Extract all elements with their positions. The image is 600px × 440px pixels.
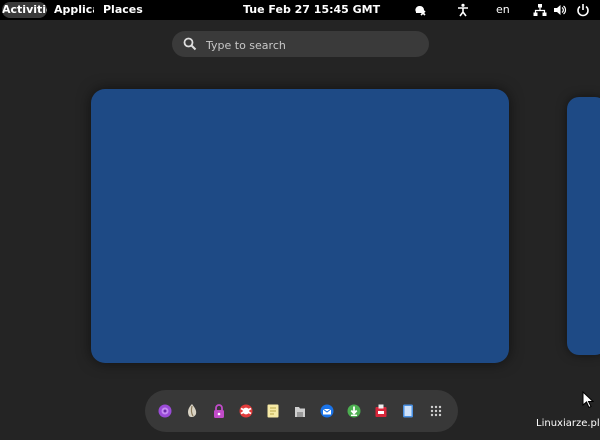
language-indicator[interactable]: en	[496, 0, 510, 20]
clock[interactable]: Tue Feb 27 15:45 GMT	[243, 0, 380, 20]
text-editor-icon[interactable]	[400, 403, 416, 419]
power-icon[interactable]	[576, 3, 590, 17]
notes-icon[interactable]	[265, 403, 281, 419]
workspace-thumbnail-next[interactable]	[567, 97, 600, 355]
software-icon[interactable]	[346, 403, 362, 419]
watermark: Linuxiarze.pl	[536, 418, 600, 429]
screen-reader-icon[interactable]	[413, 3, 427, 17]
top-bar: Activities Applications Places Tue Feb 2…	[0, 0, 600, 20]
network-icon[interactable]	[533, 3, 547, 17]
activities-button[interactable]: Activities	[2, 2, 47, 18]
show-apps-icon[interactable]	[428, 403, 444, 419]
tails-installer-icon[interactable]	[373, 403, 389, 419]
gimp-icon[interactable]	[184, 403, 200, 419]
mouse-cursor	[582, 391, 594, 409]
dash	[145, 390, 458, 432]
search-box[interactable]	[172, 31, 429, 57]
keepassxc-icon[interactable]	[211, 403, 227, 419]
files-icon[interactable]	[292, 403, 308, 419]
volume-icon[interactable]	[553, 3, 567, 17]
search-input[interactable]	[204, 34, 418, 56]
accessibility-icon[interactable]	[456, 3, 470, 17]
places-menu[interactable]: Places	[103, 0, 143, 20]
applications-menu[interactable]: Applications	[54, 0, 94, 20]
search-icon	[183, 37, 197, 51]
tor-browser-icon[interactable]	[157, 403, 173, 419]
thunderbird-icon[interactable]	[319, 403, 335, 419]
workspace-thumbnail-current[interactable]	[91, 89, 509, 363]
help-icon[interactable]	[238, 403, 254, 419]
